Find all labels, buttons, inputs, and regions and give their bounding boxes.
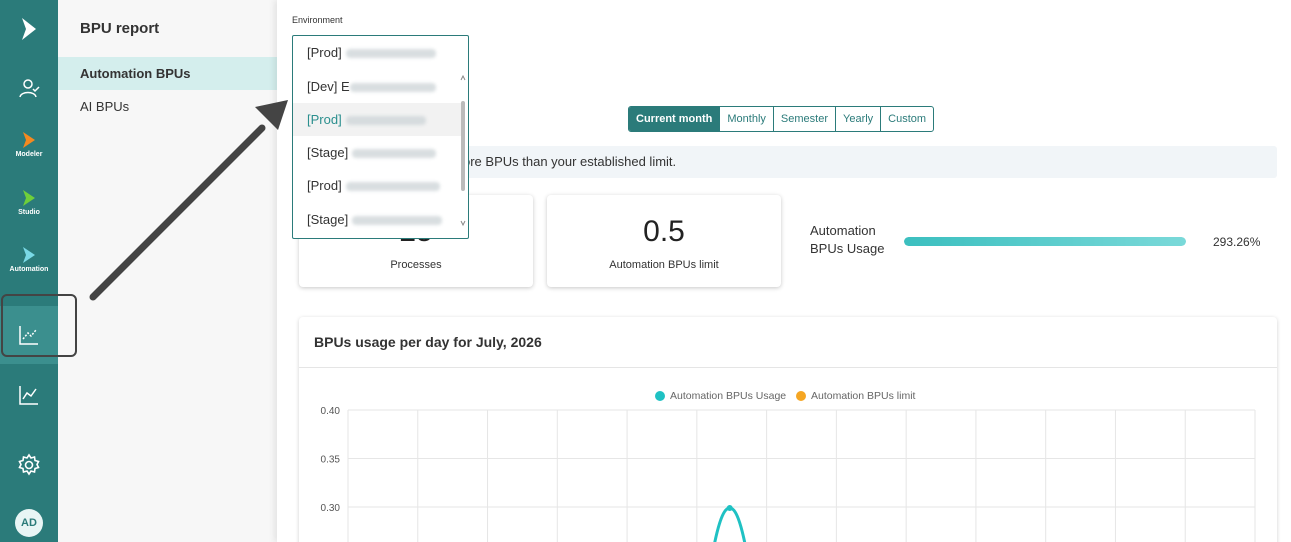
environment-option[interactable]: [Prod] [293,103,461,136]
chart-title: BPUs usage per day for July, 2026 [314,334,542,350]
users-icon[interactable] [0,70,58,106]
usage-data-point [726,504,733,511]
legend-marker-usage [655,391,665,401]
environment-option[interactable]: [Stage] [293,203,461,236]
rail-automation-label: Automation [9,265,49,273]
usage-progress-fill [904,237,1186,246]
settings-icon[interactable] [0,448,58,482]
bpu-limit-card: 0.5 Automation BPUs limit [547,195,781,287]
tab-current-month[interactable]: Current month [629,107,720,131]
bpu-limit-label: Automation BPUs limit [609,259,719,271]
legend-marker-limit [796,391,806,401]
avatar[interactable]: AD [0,508,58,538]
usage-label: Automation BPUs Usage [810,223,885,256]
tab-monthly[interactable]: Monthly [719,107,773,131]
y-tick-label: 0.40 [321,406,341,417]
bpu-limit-value: 0.5 [643,215,685,248]
rail-studio-label: Studio [18,208,40,216]
usage-percent: 293.26% [1213,235,1261,249]
rail-automation[interactable]: Automation [0,240,58,278]
environment-label: Environment [292,15,343,25]
y-tick-label: 0.30 [321,503,341,514]
usage-series-line [713,506,747,542]
page-title: BPU report [80,20,160,37]
period-selector: Current month Monthly Semester Yearly Cu… [628,106,935,132]
rail-studio[interactable]: Studio [0,183,58,221]
bpu-report-nav: BPU report Automation BPUs AI BPUs [58,0,277,542]
legend-label-usage: Automation BPUs Usage [670,390,786,402]
environment-dropdown[interactable]: [Prod] [Dev] E [Prod] [Stage] [Prod] [St… [292,35,469,239]
tab-semester[interactable]: Semester [772,107,835,131]
environment-option[interactable]: [Prod] [293,36,461,69]
environment-option[interactable]: [Stage] [293,136,461,169]
rail-modeler[interactable]: Modeler [0,125,58,163]
tab-yearly[interactable]: Yearly [835,107,880,131]
nav-item-ai-bpus[interactable]: AI BPUs [58,90,277,123]
bpu-usage-chart-card: BPUs usage per day for July, 2026 Automa… [299,317,1277,542]
tab-custom[interactable]: Custom [880,107,933,131]
bpu-usage-chart: Automation BPUs Usage Automation BPUs lim… [321,390,1256,542]
banner-text: ore BPUs than your established limit. [463,154,677,169]
usage-progress-bar [904,237,1186,246]
environment-option[interactable]: [Prod] [293,169,461,202]
nav-item-automation-bpus[interactable]: Automation BPUs [58,57,277,90]
dropdown-scrollbar[interactable] [460,36,466,238]
processes-label: Processes [390,259,442,271]
dropdown-scroll-thumb[interactable] [461,101,465,191]
legend-label-limit: Automation BPUs limit [811,390,916,402]
brand-logo[interactable] [0,12,58,46]
y-tick-label: 0.35 [321,455,341,466]
avatar-initials: AD [15,509,43,537]
environment-option[interactable]: [Dev] E [293,70,461,103]
app-rail: Modeler Studio Automation AD [0,0,58,542]
rail-modeler-label: Modeler [15,150,43,158]
analytics-icon[interactable] [0,378,58,412]
annotation-highlight-box [1,294,77,357]
